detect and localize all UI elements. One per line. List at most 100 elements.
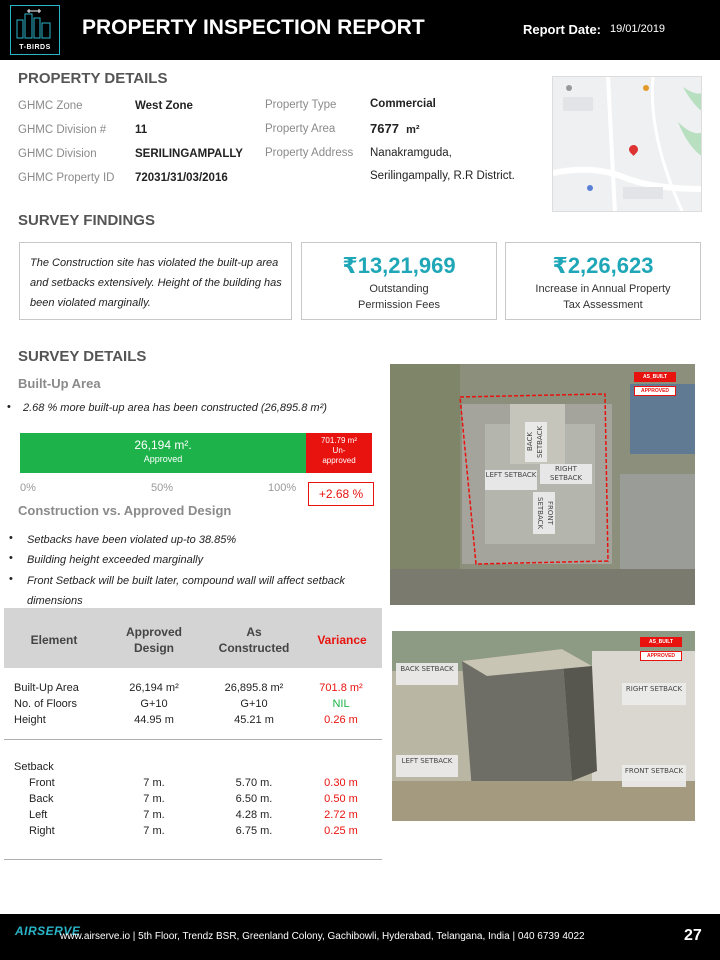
property-address-line2: Serilingampally, R.R District. [370,170,515,182]
report-date-value: 19/01/2019 [610,23,666,35]
th-variance: Variance [317,633,367,647]
property-area-label: Property Area [265,123,336,135]
location-map [552,76,702,212]
aerial-top-photo: AS_BUILT APPROVED BACK SETBACK LEFT SETB… [390,364,695,605]
cell-approved: 7 m. [143,809,165,821]
legend-as-built: AS_BUILT [640,637,682,647]
outstanding-fees-caption: Outstanding Permission Fees [358,283,440,311]
ghmc-zone-value: West Zone [135,100,193,112]
construction-vs-design-title: Construction vs. Approved Design [18,503,232,518]
ghmc-division-no-label: GHMC Division # [18,124,107,136]
cell-variance: 0.26 m [324,714,358,726]
cell-element: Right [29,825,55,837]
right-setback-tag: RIGHT SETBACK [540,464,592,484]
page-title: PROPERTY INSPECTION REPORT [82,16,425,39]
axis-100-label: 100% [268,482,297,494]
left-setback-tag: LEFT SETBACK [485,470,537,490]
tax-increase-box: ₹2,26,623 Increase in Annual Property Ta… [505,242,701,320]
cell-approved: G+10 [140,698,168,710]
page-footer: AIRSERVE www.airserve.io | 5th Floor, Tr… [0,914,720,960]
ghmc-property-id-label: GHMC Property ID [18,172,115,184]
cell-element: No. of Floors [14,698,77,710]
front-setback-bullet: Front Setback will be built later, compo… [27,575,345,587]
th-element: Element [30,633,78,647]
built-up-title: Built-Up Area [18,376,101,391]
cell-element: Back [29,793,54,805]
right-setback-tag: RIGHT SETBACK [622,683,686,705]
th-as-constructed: As Constructed [218,625,290,655]
legend-approved: APPROVED [640,651,682,661]
page-number: 27 [684,927,702,944]
map-poi-icon [643,85,649,91]
property-address-line1: Nanakramguda, [370,147,452,159]
cell-approved: 7 m. [143,777,165,789]
axis-0-label: 0% [20,482,36,494]
cell-constructed: 45.21 m [234,714,274,726]
cell-constructed: 5.70 m. [235,777,273,789]
map-poi-icon [587,185,593,191]
variance-badge: +2.68 % [308,482,374,506]
ghmc-property-id-value: 72031/31/03/2016 [135,172,228,184]
legend-as-built: AS_BUILT [634,372,676,382]
cell-element: Built-Up Area [14,682,79,694]
report-header: T-BIRDS PROPERTY INSPECTION REPORT Repor… [0,0,720,60]
cell-element: Front [29,777,55,789]
report-date-label: Report Date: [523,22,602,37]
built-up-bullet: 2.68 % more built-up area has been const… [23,402,327,414]
outstanding-fees-value: ₹13,21,969 [342,253,456,278]
cell-element: Height [14,714,46,726]
logo-text: T-BIRDS [19,44,51,51]
cell-constructed: G+10 [240,698,268,710]
outstanding-fees-box: ₹13,21,969 Outstanding Permission Fees [301,242,497,320]
back-setback-tag: BACK SETBACK [525,422,547,462]
footer-contact: www.airserve.io | 5th Floor, Trendz BSR,… [60,931,585,942]
aerial-oblique-photo: AS_BUILT APPROVED BACK SETBACK RIGHT SET… [392,631,695,821]
cell-variance: 0.30 m [324,777,358,789]
survey-findings-title: SURVEY FINDINGS [18,212,155,229]
bullet-icon: • [9,532,13,544]
setback-label: Setback [14,761,54,773]
property-type-value: Commercial [370,98,436,110]
cell-variance: 2.72 m [324,809,358,821]
findings-summary-text: The Construction site has violated the b… [30,257,282,309]
bullet-icon: • [7,401,11,413]
cell-variance: 0.25 m [324,825,358,837]
property-details-title: PROPERTY DETAILS [18,70,168,87]
height-bullet: Building height exceeded marginally [27,554,204,566]
ghmc-division-no-value: 11 [135,124,148,136]
cell-constructed: 26,895.8 m² [224,682,284,694]
cell-constructed: 6.75 m. [235,825,273,837]
left-setback-tag: LEFT SETBACK [396,755,458,777]
back-setback-tag: BACK SETBACK [396,663,458,685]
tax-increase-value: ₹2,26,623 [552,253,654,278]
setback-bullet: Setbacks have been violated up-to 38.85% [27,534,237,546]
property-address-label: Property Address [265,147,354,159]
cell-element: Left [29,809,48,821]
ghmc-division-label: GHMC Division [18,148,97,160]
tax-increase-caption: Increase in Annual Property Tax Assessme… [535,283,671,311]
front-setback-tag: FRONT SETBACK [533,492,555,534]
cell-variance: NIL [332,698,350,710]
ghmc-division-value: SERILINGAMPALLY [135,148,243,160]
front-setback-tag: FRONT SETBACK [622,765,686,787]
bullet-icon: • [9,573,13,585]
table-bottom-border [4,859,382,860]
cell-constructed: 6.50 m. [235,793,273,805]
cell-approved: 26,194 m² [129,682,179,694]
map-poi-icon [566,85,572,91]
findings-summary-box: The Construction site has violated the b… [19,242,292,320]
property-type-label: Property Type [265,99,337,111]
ghmc-zone-label: GHMC Zone [18,100,83,112]
cell-approved: 7 m. [143,793,165,805]
cell-constructed: 4.28 m. [235,809,273,821]
survey-details-title: SURVEY DETAILS [18,348,147,365]
approved-bar-label: 26,194 m². Approved [134,438,192,464]
cell-approved: 7 m. [143,825,165,837]
th-approved-design: Approved Design [125,625,182,655]
drone-city-icon [16,9,51,39]
cell-approved: 44.95 m [134,714,174,726]
cell-variance: 701.8 m² [319,682,363,694]
property-area-value: 7677 m² [370,121,420,136]
bullet-icon: • [9,552,13,564]
tbirds-logo: T-BIRDS [10,5,60,55]
